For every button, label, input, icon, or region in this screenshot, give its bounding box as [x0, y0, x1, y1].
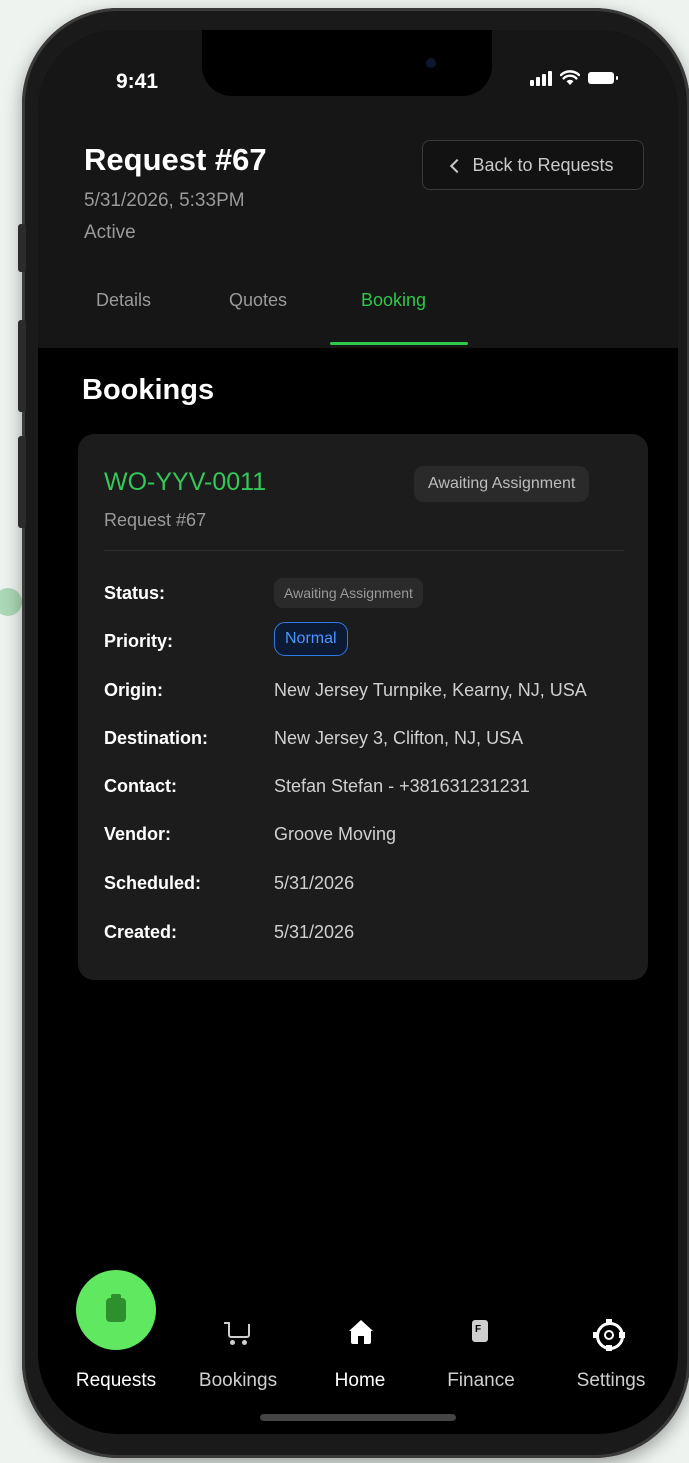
field-row-priority: Priority: Normal: [104, 622, 644, 656]
volume-up-button: [18, 320, 26, 412]
booking-request-ref: Request #67: [104, 510, 207, 530]
back-button-label: Back to Requests: [472, 154, 614, 175]
tab-details[interactable]: Details: [96, 290, 151, 311]
camera: [426, 58, 436, 68]
field-label: Contact:: [104, 776, 177, 796]
notch: [202, 30, 492, 96]
status-badge: Awaiting Assignment: [414, 466, 590, 502]
field-value: Stefan Stefan - +381631231231: [274, 776, 530, 796]
chevron-left-icon: [450, 158, 465, 173]
tab-booking[interactable]: Booking: [361, 290, 426, 311]
app-screen: 9:41 Request #67 5/31/2026, 5:33PM Activ…: [38, 30, 678, 1434]
field-row-status: Status: Awaiting Assignment: [104, 578, 644, 608]
field-row-destination: Destination: New Jersey 3, Clifton, NJ, …: [104, 723, 644, 753]
nav-finance[interactable]: Finance: [436, 1370, 526, 1392]
divider: [104, 550, 624, 551]
status-badge-small: Awaiting Assignment: [274, 578, 423, 608]
status-bar-time: 9:41: [116, 70, 159, 93]
nav-home[interactable]: Home: [320, 1370, 400, 1392]
field-label: Created:: [104, 922, 178, 942]
mute-switch: [18, 224, 26, 272]
tab-quotes[interactable]: Quotes: [229, 290, 287, 311]
field-value: 5/31/2026: [274, 922, 355, 942]
page-title: Request #67: [84, 142, 267, 177]
field-label: Vendor:: [104, 824, 172, 844]
field-row-vendor: Vendor: Groove Moving: [104, 819, 644, 849]
booking-card[interactable]: WO-YYV-0011 Request #67 Awaiting Assignm…: [78, 434, 648, 980]
field-row-scheduled: Scheduled: 5/31/2026: [104, 868, 644, 898]
nav-settings[interactable]: Settings: [564, 1370, 658, 1392]
work-order-id: WO-YYV-0011: [104, 468, 267, 496]
bottom-nav: Requests Bookings Home F Finance Setting…: [38, 1260, 678, 1434]
battery-icon: [588, 72, 618, 84]
field-label: Origin:: [104, 680, 163, 700]
field-label: Scheduled:: [104, 873, 202, 893]
field-value: New Jersey 3, Clifton, NJ, USA: [274, 728, 524, 748]
field-label: Destination:: [104, 728, 209, 748]
requests-fab-button[interactable]: [76, 1270, 156, 1350]
request-datetime: 5/31/2026, 5:33PM: [84, 190, 245, 211]
cart-icon[interactable]: [224, 1320, 252, 1346]
field-value: New Jersey Turnpike, Kearny, NJ, USA: [274, 680, 587, 700]
field-row-origin: Origin: New Jersey Turnpike, Kearny, NJ,…: [104, 675, 644, 705]
field-value: 5/31/2026: [274, 873, 355, 893]
active-tab-indicator: [330, 342, 468, 345]
back-to-requests-button[interactable]: Back to Requests: [422, 140, 644, 190]
tab-bar: Details Quotes Booking: [38, 290, 678, 348]
field-row-created: Created: 5/31/2026: [104, 917, 644, 947]
field-label: Priority:: [104, 631, 174, 651]
request-status: Active: [84, 222, 136, 243]
field-row-contact: Contact: Stefan Stefan - +381631231231: [104, 771, 644, 801]
volume-down-button: [18, 436, 26, 528]
home-icon[interactable]: [348, 1320, 374, 1344]
field-label: Status:: [104, 583, 166, 603]
wifi-icon: [560, 70, 580, 85]
clipboard-icon: [106, 1294, 126, 1322]
nav-bookings[interactable]: Bookings: [188, 1370, 288, 1392]
field-value: Groove Moving: [274, 824, 397, 844]
signal-icon: [530, 70, 552, 86]
home-indicator: [260, 1414, 456, 1421]
nav-requests[interactable]: Requests: [72, 1370, 160, 1392]
document-icon[interactable]: F: [472, 1320, 488, 1342]
section-title: Bookings: [82, 374, 215, 406]
status-bar-icons: [530, 70, 618, 86]
gear-icon[interactable]: [593, 1319, 625, 1351]
priority-badge: Normal: [274, 622, 348, 656]
background-decoration: [0, 588, 22, 616]
